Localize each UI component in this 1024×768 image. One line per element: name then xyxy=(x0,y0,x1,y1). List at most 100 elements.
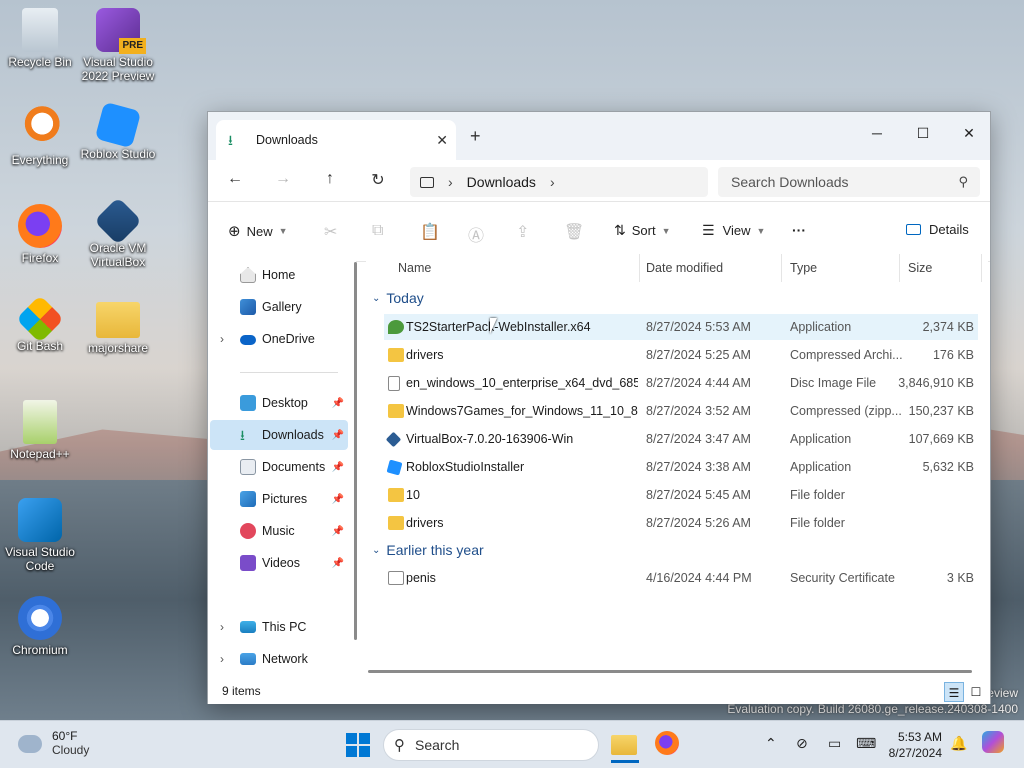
column-header-size[interactable]: Size xyxy=(900,254,982,282)
firefox-taskbar-button[interactable] xyxy=(655,731,683,759)
delete-button[interactable]: 🗑 xyxy=(564,222,584,242)
rename-icon: Ⓐ xyxy=(468,228,485,245)
language-icon[interactable]: ⌨ xyxy=(856,735,876,752)
roblox-studio-icon xyxy=(94,101,142,149)
tiles-view-button[interactable]: ☐ xyxy=(966,682,986,702)
desktop-icon-label: majorshare xyxy=(87,341,149,355)
copilot-icon[interactable] xyxy=(982,731,1004,756)
sidebar-item-home[interactable]: Home xyxy=(210,260,348,290)
details-view-button[interactable]: ☰ xyxy=(944,682,964,702)
search-input[interactable]: Search Downloads ⚲ xyxy=(718,167,980,197)
share-icon: ⇪ xyxy=(516,224,530,241)
file-list: Name Date modified Type Size ⌄ Today TS2… xyxy=(366,254,988,676)
network-offline-icon[interactable]: ⊘ xyxy=(796,735,808,752)
sidebar-scrollbar[interactable] xyxy=(354,262,357,640)
taskbar-search-box[interactable]: ⚲ Search xyxy=(383,729,599,761)
pin-icon[interactable]: 📌 xyxy=(332,494,344,505)
file-row[interactable]: penis 4/16/2024 4:44 PM Security Certifi… xyxy=(384,565,978,591)
taskbar: 60°F Cloudy ⚲ Search ⌃ ⊘ ▭ ⌨ 5:53 AM 8/2… xyxy=(0,720,1024,768)
horizontal-scrollbar[interactable] xyxy=(368,670,972,673)
file-row[interactable]: RobloxStudioInstaller 8/27/2024 3:38 AM … xyxy=(384,454,978,480)
desktop-icon-majorshare[interactable]: majorshare xyxy=(78,302,158,355)
copy-icon: ⧉ xyxy=(372,222,384,239)
desktop-icon-git-bash[interactable]: Git Bash xyxy=(0,294,80,353)
close-window-button[interactable]: ✕ xyxy=(946,118,992,148)
sidebar-item-desktop[interactable]: Desktop 📌 xyxy=(210,388,348,418)
file-explorer-taskbar-button[interactable] xyxy=(611,731,639,763)
group-header-earlier-this-year[interactable]: ⌄ Earlier this year xyxy=(372,542,484,558)
sidebar-item-gallery[interactable]: Gallery xyxy=(210,292,348,322)
sidebar-item-videos[interactable]: Videos 📌 xyxy=(210,548,348,578)
tab-close-icon[interactable]: ✕ xyxy=(436,132,448,149)
desktop-icon-visual-studio-code[interactable]: Visual Studio Code xyxy=(0,498,80,573)
sidebar-item-pictures[interactable]: Pictures 📌 xyxy=(210,484,348,514)
tab-downloads[interactable]: ⭳ Downloads ✕ xyxy=(216,120,456,160)
network-icon xyxy=(240,653,256,665)
chevron-right-icon[interactable]: › xyxy=(220,332,224,346)
view-button[interactable]: ☰ View ▼ xyxy=(702,222,765,239)
desktop-icon-virtualbox[interactable]: Oracle VM VirtualBox xyxy=(78,196,158,269)
chevron-right-icon[interactable]: › xyxy=(220,652,224,666)
share-button[interactable]: ⇪ xyxy=(516,222,529,242)
pin-icon[interactable]: 📌 xyxy=(332,558,344,569)
clock[interactable]: 5:53 AM 8/27/2024 xyxy=(882,729,942,761)
details-pane-button[interactable]: Details xyxy=(906,222,969,237)
file-row[interactable]: TS2StarterPack-WebInstaller.x64 8/27/202… xyxy=(384,314,978,340)
sidebar-item-downloads[interactable]: ⭳ Downloads 📌 xyxy=(210,420,348,450)
file-row[interactable]: en_windows_10_enterprise_x64_dvd_6851...… xyxy=(384,370,978,396)
sidebar-item-network[interactable]: › Network xyxy=(210,644,348,674)
sidebar-item-music[interactable]: Music 📌 xyxy=(210,516,348,546)
virtualbox-icon xyxy=(93,196,143,246)
chevron-down-icon: ⌄ xyxy=(372,544,381,556)
maximize-button[interactable]: ☐ xyxy=(900,118,946,148)
desktop-icon-firefox[interactable]: Firefox xyxy=(0,204,80,265)
chevron-up-icon[interactable]: ⌃ xyxy=(765,735,777,752)
start-button[interactable] xyxy=(344,731,372,759)
file-explorer-window: ⭳ Downloads ✕ + ─ ☐ ✕ ← → ↑ ↻ › Download… xyxy=(207,111,991,704)
desktop-icon-notepad-plus-plus[interactable]: Notepad++ xyxy=(0,400,80,461)
new-tab-button[interactable]: + xyxy=(470,126,481,147)
desktop-icon-recycle-bin[interactable]: Recycle Bin xyxy=(0,8,80,69)
column-header-name[interactable]: Name xyxy=(390,254,640,282)
column-header-type[interactable]: Type xyxy=(782,254,900,282)
breadcrumb[interactable]: › Downloads › xyxy=(410,167,708,197)
display-icon[interactable]: ▭ xyxy=(828,735,841,752)
pin-icon[interactable]: 📌 xyxy=(332,430,344,441)
more-options-button[interactable]: ··· xyxy=(792,222,806,238)
bell-icon[interactable]: 🔔 xyxy=(950,735,967,752)
up-button[interactable]: ↑ xyxy=(315,170,345,188)
mouse-cursor-icon xyxy=(490,318,504,334)
paste-button[interactable]: 📋 xyxy=(420,222,440,242)
desktop-icon-everything[interactable]: Everything xyxy=(0,106,80,167)
monitor-icon xyxy=(240,621,256,633)
file-row[interactable]: Windows7Games_for_Windows_11_10_8 8/27/2… xyxy=(384,398,978,424)
file-row[interactable]: 10 8/27/2024 5:45 AM File folder xyxy=(384,482,978,508)
desktop-icon-chromium[interactable]: Chromium xyxy=(0,596,80,657)
copy-button[interactable]: ⧉ xyxy=(372,222,383,240)
new-button[interactable]: ⊕ New ▼ xyxy=(228,222,288,240)
desktop-icon-roblox-studio[interactable]: Roblox Studio xyxy=(78,101,158,161)
forward-button[interactable]: → xyxy=(268,170,298,188)
pin-icon[interactable]: 📌 xyxy=(332,526,344,537)
cut-button[interactable]: ✂ xyxy=(324,222,337,242)
minimize-button[interactable]: ─ xyxy=(854,118,900,148)
sort-button[interactable]: ⇅ Sort ▼ xyxy=(614,222,671,239)
chevron-right-icon[interactable]: › xyxy=(220,620,224,634)
file-row[interactable]: VirtualBox-7.0.20-163906-Win 8/27/2024 3… xyxy=(384,426,978,452)
pin-icon[interactable]: 📌 xyxy=(332,398,344,409)
file-row[interactable]: drivers 8/27/2024 5:25 AM Compressed Arc… xyxy=(384,342,978,368)
sidebar-item-onedrive[interactable]: › OneDrive xyxy=(210,324,348,354)
column-header-date-modified[interactable]: Date modified xyxy=(638,254,782,282)
refresh-button[interactable]: ↻ xyxy=(363,170,393,190)
sidebar-item-this-pc[interactable]: › This PC xyxy=(210,612,348,642)
group-header-today[interactable]: ⌄ Today xyxy=(372,290,424,306)
sidebar-item-documents[interactable]: Documents 📌 xyxy=(210,452,348,482)
pin-icon[interactable]: 📌 xyxy=(332,462,344,473)
back-button[interactable]: ← xyxy=(220,170,250,188)
desktop-icon-visual-studio-2022-preview[interactable]: PRE Visual Studio 2022 Preview xyxy=(78,8,158,83)
breadcrumb-downloads[interactable]: Downloads xyxy=(467,174,536,190)
weather-widget[interactable]: 60°F Cloudy xyxy=(18,729,89,757)
file-row[interactable]: drivers 8/27/2024 5:26 AM File folder xyxy=(384,510,978,536)
rename-button[interactable]: Ⓐ xyxy=(468,222,484,246)
desktop-icon-label: Git Bash xyxy=(16,339,64,353)
